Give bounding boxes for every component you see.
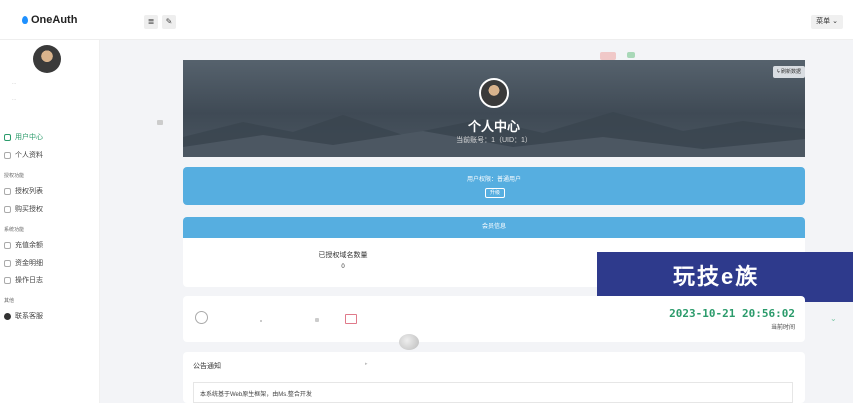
sidebar-item-label: 购买授权 (15, 206, 43, 213)
sidebar-item-support[interactable]: 联系客服 (4, 311, 43, 321)
sidebar-section-other: 其他 (4, 298, 15, 304)
sidebar-item-label: 资金明细 (15, 260, 43, 267)
permission-card: 用户权限：普通用户 升级 (183, 167, 805, 205)
sync-button[interactable]: ϟ 刷新数据 (772, 66, 805, 78)
notice-title: 公告通知 (193, 363, 221, 370)
notice-body: 本系统基于Web原生框架，由Ms.整合开发 (193, 382, 793, 403)
sidebar-section-system: 系统功能 (4, 227, 25, 233)
sidebar-faint-line: ... (12, 80, 17, 86)
time-card: 2023-10-21 20:56:02 当前时间 (183, 296, 805, 342)
sidebar-item-logs[interactable]: 操作日志 (4, 275, 43, 285)
menu-label: 菜单 (816, 18, 831, 25)
sync-label: 刷新数据 (780, 69, 801, 75)
sidebar-item-recharge[interactable]: 充值余额 (4, 240, 43, 250)
decor-shape (600, 52, 616, 60)
profile-banner: ϟ 刷新数据 个人中心 当前账号：1（UID：1） (183, 60, 805, 157)
avatar[interactable] (33, 45, 61, 73)
cart-icon (345, 314, 357, 324)
top-bar: OneAuth ≣ ✎ 菜单 ⌄ (0, 0, 853, 40)
lightning-icon: ϟ (776, 69, 780, 75)
log-icon (4, 276, 11, 284)
sidebar-item-auth-list[interactable]: 授权列表 (4, 186, 43, 196)
upgrade-button[interactable]: 升级 (485, 188, 505, 198)
user-icon (4, 151, 11, 159)
member-header: 会员信息 (183, 217, 805, 238)
list-toggle-button[interactable]: ≣ (144, 15, 158, 29)
menu-button[interactable]: 菜单 ⌄ (811, 15, 843, 29)
sidebar-item-funds[interactable]: 资金明细 (4, 258, 43, 268)
clock-icon (195, 311, 208, 324)
sidebar-item-profile[interactable]: 个人资料 (4, 150, 43, 160)
sidebar-item-buy-auth[interactable]: 购买授权 (4, 204, 43, 214)
decor-stone (399, 334, 419, 350)
list-icon (4, 187, 11, 195)
sidebar-faint-line: ... (12, 96, 17, 102)
drop-icon (22, 16, 28, 25)
current-time: 2023-10-21 20:56:02 (669, 307, 795, 320)
notice-card: 公告通知 ▸ 本系统基于Web原生框架，由Ms.整合开发 (183, 352, 805, 403)
chevron-down-icon: ⌄ (832, 18, 838, 25)
sidebar-item-label: 联系客服 (15, 313, 43, 320)
sidebar-item-label: 操作日志 (15, 277, 43, 284)
sidebar-item-user-center[interactable]: 用户中心 (4, 132, 43, 142)
permission-line: 用户权限：普通用户 (466, 177, 521, 183)
ledger-icon (4, 259, 11, 267)
decor-dot (157, 120, 163, 125)
app-logo[interactable]: OneAuth (22, 14, 77, 26)
sidebar: ... ... 用户中心 个人资料 授权功能 授权列表 购买授权 系统功能 充值… (0, 40, 100, 403)
decor-dot (260, 320, 262, 322)
auth-count-value: 0 (341, 264, 345, 270)
sidebar-section-auth: 授权功能 (4, 173, 25, 179)
sidebar-item-label: 充值余额 (15, 242, 43, 249)
sidebar-item-label: 个人资料 (15, 152, 43, 159)
caret-icon: ▸ (365, 361, 368, 367)
decor-shape (627, 52, 635, 58)
wallet-icon (4, 241, 11, 249)
chevron-down-icon: ⌄ (830, 314, 837, 323)
home-icon (4, 133, 11, 141)
auth-count-label: 已授权域名数量 (318, 252, 368, 259)
cart-icon (4, 205, 11, 213)
sidebar-item-label: 用户中心 (15, 134, 43, 141)
brush-button[interactable]: ✎ (162, 15, 176, 29)
decor-dot (315, 318, 319, 322)
current-time-label: 当前时间 (770, 325, 795, 331)
sidebar-item-label: 授权列表 (15, 188, 43, 195)
profile-title: 个人中心 (467, 119, 520, 134)
profile-avatar (479, 78, 509, 108)
app-name: OneAuth (31, 14, 78, 26)
watermark-banner: 玩技e族 (597, 252, 853, 302)
profile-uid: 当前账号：1（UID：1） (456, 137, 532, 144)
support-icon (4, 312, 11, 320)
